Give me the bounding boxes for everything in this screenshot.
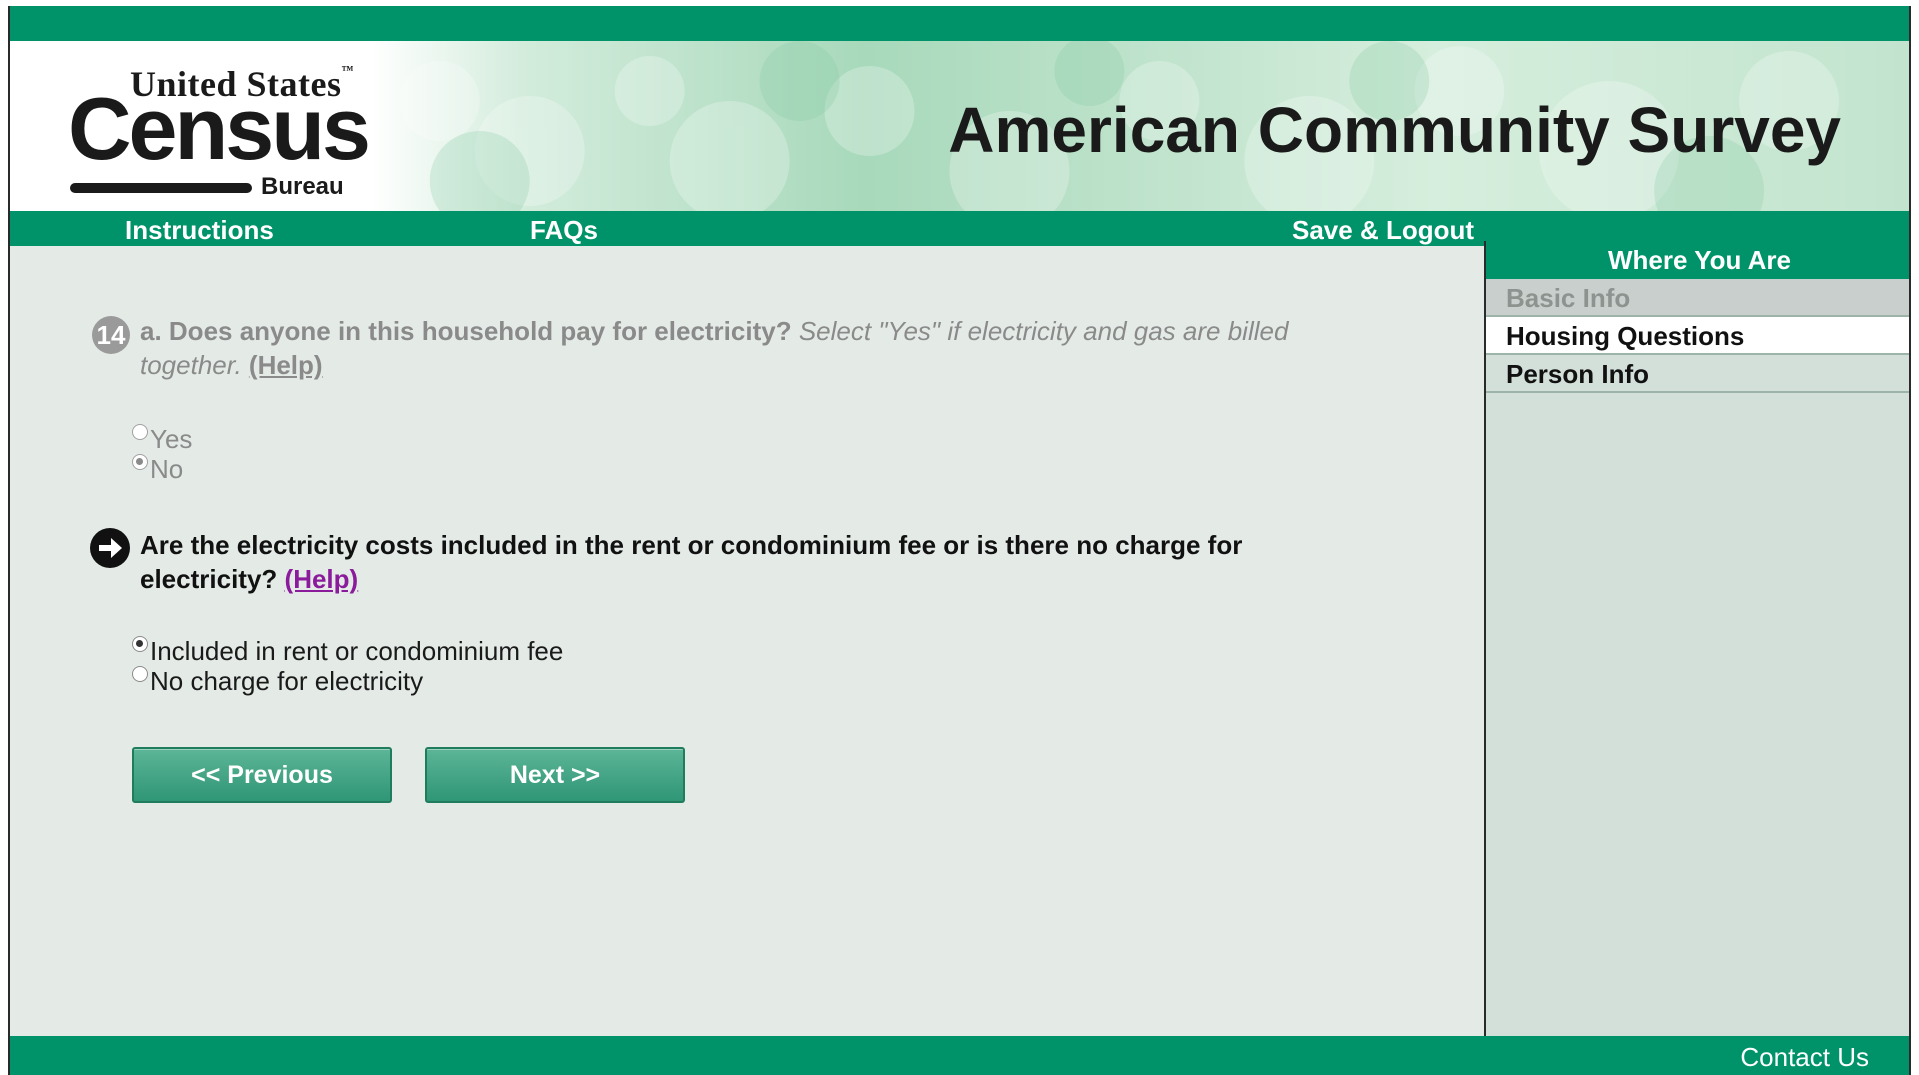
next-button[interactable]: Next >> — [425, 747, 685, 803]
app-frame: United States™ Census Bureau American Co… — [8, 6, 1911, 1075]
logo-bureau: Bureau — [261, 173, 344, 200]
nav-save-logout-link[interactable]: Save & Logout — [1292, 215, 1474, 246]
sidebar-item-housing-questions[interactable]: Housing Questions — [1486, 317, 1909, 355]
footer-bar: Contact Us — [10, 1036, 1909, 1075]
nav-faqs-link[interactable]: FAQs — [530, 215, 598, 246]
sidebar-item-person-info[interactable]: Person Info — [1486, 355, 1909, 393]
nav-instructions-link[interactable]: Instructions — [125, 215, 274, 246]
previous-button[interactable]: << Previous — [132, 747, 392, 803]
radio-button[interactable] — [132, 665, 148, 682]
radio-button-selected[interactable] — [132, 635, 148, 652]
question-number-badge: 14 — [92, 316, 130, 354]
current-question-text: Are the electricity costs included in th… — [140, 530, 1243, 594]
page-title: American Community Survey — [948, 94, 1841, 166]
radio-option-no[interactable]: No — [132, 453, 183, 485]
progress-sidebar: Where You Are Basic Info Housing Questio… — [1484, 241, 1909, 1036]
radio-option-included-in-rent[interactable]: Included in rent or condominium fee — [132, 635, 563, 667]
radio-button-selected[interactable] — [132, 453, 148, 470]
header-banner: United States™ Census Bureau American Co… — [10, 41, 1909, 211]
logo-census: Census — [68, 79, 371, 178]
census-bureau-logo: United States™ Census Bureau — [68, 63, 371, 200]
arrow-right-icon — [90, 528, 130, 568]
main-content: 14 a. Does anyone in this household pay … — [10, 246, 1484, 1036]
help-link-prev[interactable]: (Help) — [249, 350, 323, 380]
top-bar — [10, 6, 1909, 41]
help-link-current[interactable]: (Help) — [285, 564, 359, 594]
radio-button[interactable] — [132, 423, 148, 440]
sidebar-heading: Where You Are — [1486, 241, 1909, 279]
previous-question-text: a. Does anyone in this household pay for… — [140, 316, 1289, 380]
contact-us-link[interactable]: Contact Us — [1740, 1042, 1869, 1073]
sidebar-item-basic-info[interactable]: Basic Info — [1486, 279, 1909, 317]
radio-option-yes[interactable]: Yes — [132, 423, 192, 455]
logo-bar — [70, 183, 252, 193]
radio-option-no-charge[interactable]: No charge for electricity — [132, 665, 423, 697]
